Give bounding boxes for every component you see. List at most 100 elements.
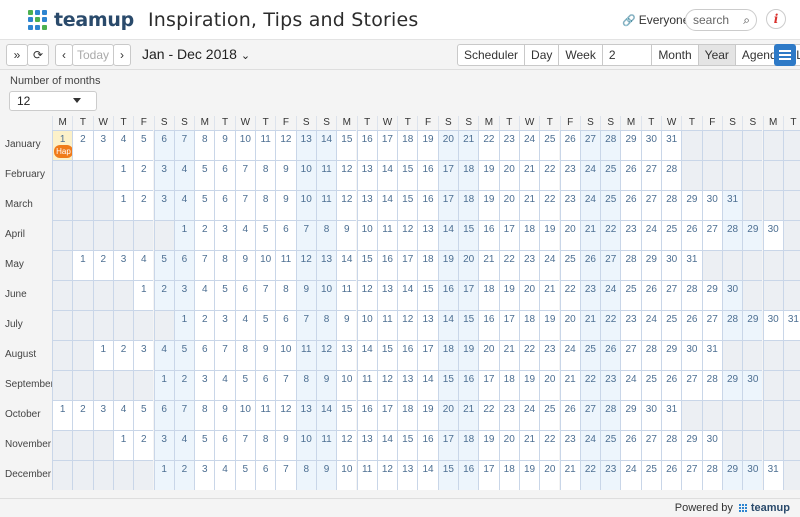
day-cell[interactable]: 4 (234, 310, 255, 340)
day-cell[interactable]: 20 (437, 130, 458, 160)
event-chip[interactable]: Hap (54, 145, 73, 158)
day-cell[interactable]: 17 (397, 250, 418, 280)
day-cell[interactable]: 3 (153, 160, 174, 190)
day-cell[interactable]: 26 (559, 400, 580, 430)
day-cell[interactable]: 24 (640, 220, 661, 250)
month-label[interactable]: December (5, 469, 51, 480)
day-cell[interactable]: 9 (255, 340, 276, 370)
day-cell[interactable]: 17 (458, 280, 479, 310)
day-cell[interactable]: 28 (600, 130, 621, 160)
day-cell[interactable]: 24 (518, 400, 540, 430)
day-cell[interactable]: 2 (173, 460, 195, 490)
day-cell[interactable]: 31 (681, 250, 702, 280)
day-cell[interactable]: 23 (620, 310, 641, 340)
day-cell[interactable]: 6 (173, 250, 195, 280)
day-cell[interactable]: 15 (397, 430, 418, 460)
day-cell[interactable]: 25 (600, 190, 621, 220)
day-cell[interactable]: 17 (478, 460, 499, 490)
day-cell[interactable]: 28 (701, 460, 722, 490)
day-cell[interactable]: 16 (437, 280, 458, 310)
day-cell[interactable]: 13 (315, 250, 337, 280)
day-cell[interactable]: 10 (295, 160, 316, 190)
day-cell[interactable]: 4 (112, 130, 134, 160)
day-cell[interactable]: 23 (518, 250, 540, 280)
day-cell[interactable]: 9 (275, 160, 296, 190)
day-cell[interactable]: 13 (376, 280, 398, 310)
day-cell[interactable]: 6 (214, 430, 235, 460)
day-cell[interactable]: 5 (173, 340, 195, 370)
date-range-picker[interactable]: Jan - Dec 2018 ⌄ (142, 46, 250, 62)
day-cell[interactable]: 20 (458, 250, 479, 280)
day-cell[interactable]: 12 (397, 310, 418, 340)
day-cell[interactable]: 2 (194, 220, 215, 250)
day-cell[interactable]: 1 Hap (52, 130, 73, 160)
day-cell[interactable]: 30 (762, 310, 783, 340)
day-cell[interactable]: 11 (255, 130, 276, 160)
day-cell[interactable]: 28 (721, 310, 743, 340)
day-cell[interactable]: 8 (255, 190, 276, 220)
day-cell[interactable]: 25 (559, 250, 580, 280)
day-cell[interactable]: 12 (336, 160, 357, 190)
day-cell[interactable]: 4 (214, 460, 235, 490)
day-cell[interactable]: 29 (721, 370, 743, 400)
day-cell[interactable]: 3 (194, 370, 215, 400)
day-cell[interactable]: 17 (417, 340, 438, 370)
day-cell[interactable]: 7 (295, 220, 316, 250)
day-cell[interactable]: 16 (397, 340, 418, 370)
day-cell[interactable]: 19 (518, 370, 540, 400)
day-cell[interactable]: 14 (437, 310, 458, 340)
day-cell[interactable]: 14 (376, 430, 398, 460)
view-year-button[interactable]: Year (698, 44, 736, 66)
day-cell[interactable]: 10 (234, 400, 255, 430)
day-cell[interactable]: 29 (701, 280, 722, 310)
day-cell[interactable]: 25 (661, 220, 682, 250)
day-cell[interactable]: 22 (478, 400, 499, 430)
month-label[interactable]: March (5, 199, 33, 210)
day-cell[interactable]: 10 (295, 430, 316, 460)
day-cell[interactable]: 5 (255, 310, 276, 340)
day-cell[interactable]: 23 (559, 160, 580, 190)
day-cell[interactable]: 24 (579, 430, 601, 460)
day-cell[interactable]: 28 (661, 190, 682, 220)
day-cell[interactable]: 22 (559, 280, 580, 310)
day-cell[interactable]: 11 (295, 340, 316, 370)
day-cell[interactable]: 30 (701, 190, 722, 220)
day-cell[interactable]: 1 (173, 220, 195, 250)
day-cell[interactable]: 17 (437, 190, 458, 220)
day-cell[interactable]: 13 (417, 220, 438, 250)
day-cell[interactable]: 2 (72, 130, 93, 160)
day-cell[interactable]: 6 (153, 130, 174, 160)
day-cell[interactable]: 23 (498, 130, 519, 160)
month-label[interactable]: July (5, 319, 23, 330)
day-cell[interactable]: 24 (620, 370, 641, 400)
day-cell[interactable]: 7 (234, 190, 255, 220)
day-cell[interactable]: 27 (701, 220, 722, 250)
day-cell[interactable]: 24 (579, 160, 601, 190)
day-cell[interactable]: 28 (681, 280, 702, 310)
refresh-button[interactable]: ⟳ (27, 44, 49, 66)
day-cell[interactable]: 30 (742, 460, 763, 490)
day-cell[interactable]: 4 (173, 430, 195, 460)
day-cell[interactable]: 24 (600, 280, 621, 310)
day-cell[interactable]: 7 (173, 400, 195, 430)
day-cell[interactable]: 6 (275, 220, 296, 250)
day-cell[interactable]: 5 (153, 250, 174, 280)
day-cell[interactable]: 23 (559, 190, 580, 220)
day-cell[interactable]: 24 (559, 340, 580, 370)
search-icon[interactable]: ⌕ (743, 13, 750, 28)
day-cell[interactable]: 2 (72, 400, 93, 430)
day-cell[interactable]: 14 (356, 340, 377, 370)
day-cell[interactable]: 29 (721, 460, 743, 490)
day-cell[interactable]: 6 (153, 400, 174, 430)
day-cell[interactable]: 2 (153, 280, 174, 310)
day-cell[interactable]: 1 (112, 160, 134, 190)
day-cell[interactable]: 9 (315, 370, 337, 400)
day-cell[interactable]: 15 (336, 400, 357, 430)
day-cell[interactable]: 15 (397, 160, 418, 190)
day-cell[interactable]: 1 (133, 280, 154, 310)
day-cell[interactable]: 1 (153, 370, 174, 400)
day-cell[interactable]: 24 (640, 310, 661, 340)
day-cell[interactable]: 13 (417, 310, 438, 340)
day-cell[interactable]: 16 (417, 190, 438, 220)
month-label[interactable]: April (5, 229, 25, 240)
